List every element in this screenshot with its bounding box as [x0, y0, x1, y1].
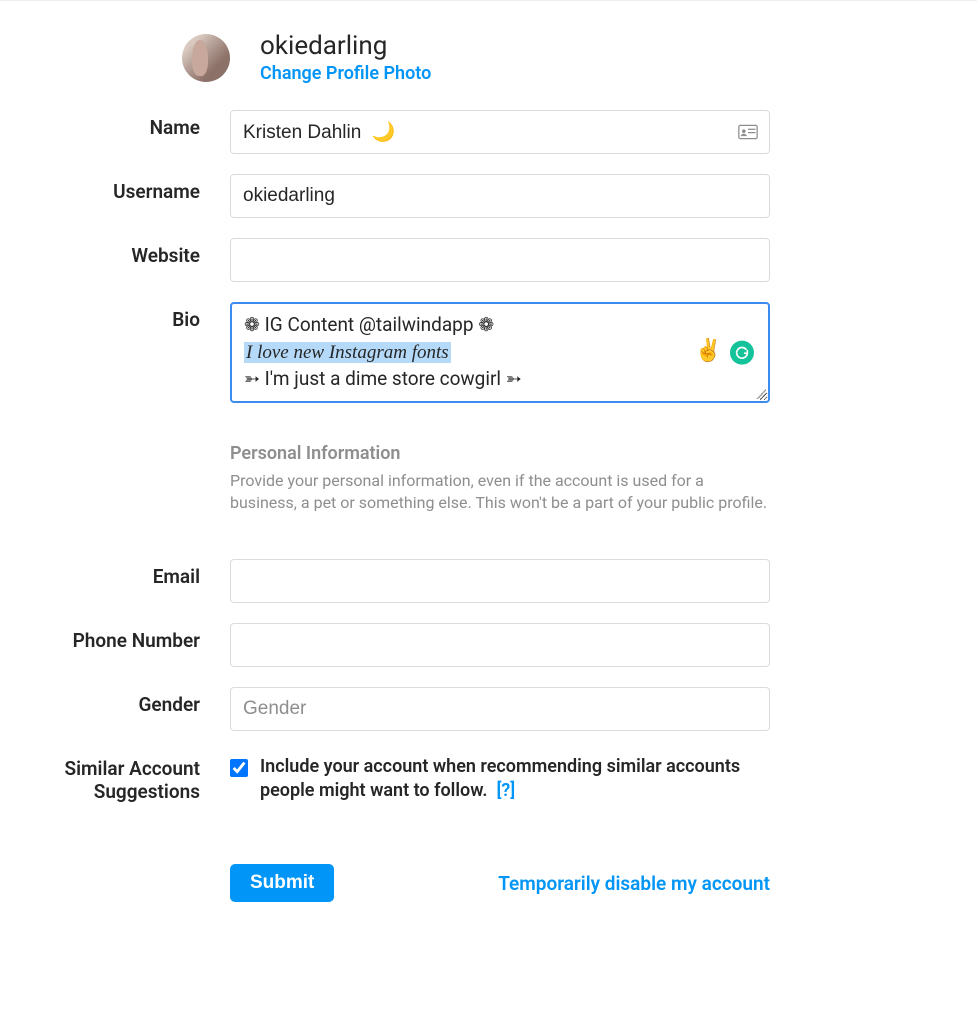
disable-account-link[interactable]: Temporarily disable my account: [498, 872, 770, 895]
website-label: Website: [60, 238, 230, 267]
similar-checkbox-label: Include your account when recommending s…: [260, 755, 770, 804]
bio-line-selected: I love new Instagram fonts: [244, 342, 451, 363]
bio-textarea[interactable]: ❁ IG Content @tailwindapp ❁ I love new I…: [230, 302, 770, 403]
username-input[interactable]: [230, 174, 770, 218]
submit-button[interactable]: Submit: [230, 864, 334, 902]
avatar[interactable]: [182, 34, 230, 82]
email-input[interactable]: [230, 559, 770, 603]
help-link[interactable]: [?]: [496, 780, 515, 801]
bio-label: Bio: [60, 302, 230, 331]
username-title: okiedarling: [260, 31, 431, 61]
personal-info-heading: Personal Information: [230, 443, 770, 464]
bio-line: ➳ I'm just a dime store cowgirl ➳: [244, 366, 756, 393]
gender-input[interactable]: [230, 687, 770, 731]
profile-header: okiedarling Change Profile Photo: [60, 31, 917, 84]
phone-input[interactable]: [230, 623, 770, 667]
name-label: Name: [60, 110, 230, 139]
peace-emoji-icon: ✌️: [695, 337, 722, 368]
phone-label: Phone Number: [60, 623, 230, 652]
grammarly-icon[interactable]: [730, 340, 754, 364]
change-photo-link[interactable]: Change Profile Photo: [260, 63, 431, 84]
bio-line: ❁ IG Content @tailwindapp ❁: [244, 312, 756, 339]
gender-label: Gender: [60, 687, 230, 716]
email-label: Email: [60, 559, 230, 588]
name-input[interactable]: [230, 110, 770, 154]
website-input[interactable]: [230, 238, 770, 282]
resize-handle-icon[interactable]: [756, 389, 766, 399]
id-card-icon: [738, 124, 758, 140]
personal-info-text: Provide your personal information, even …: [230, 470, 770, 515]
similar-label: Similar Account Suggestions: [60, 751, 230, 805]
similar-checkbox[interactable]: [230, 759, 248, 777]
username-label: Username: [60, 174, 230, 203]
